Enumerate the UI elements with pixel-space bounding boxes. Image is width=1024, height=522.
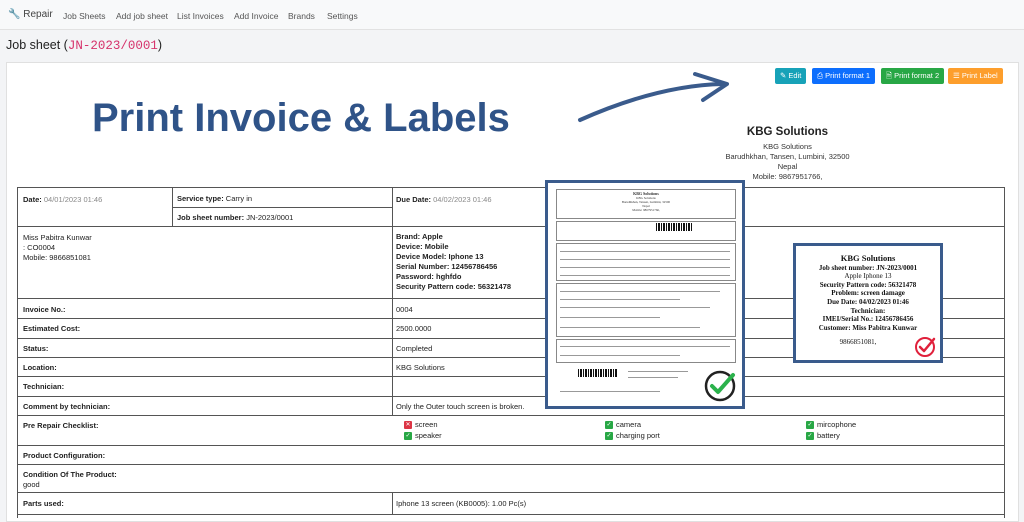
label-due-date: Due Date: 04/02/2023 01:46 (827, 297, 909, 306)
customer-mobile: Mobile: 9866851081 (23, 253, 91, 262)
product-config-label: Product Configuration: (23, 451, 106, 460)
company-country: Nepal (777, 162, 798, 171)
print-label-button[interactable]: ☰ Print Label (948, 68, 1003, 84)
invoice-preview-image: KBG Solutions KBG Solutions Barudhkhan, … (545, 180, 745, 409)
company-info: KBG Solutions KBG Solutions Barudhkhan, … (705, 126, 870, 182)
wrench-icon: 🔧 (8, 9, 21, 20)
estimated-cost-value: 2500.0000 (396, 324, 432, 333)
service-type-value: Carry in (225, 194, 253, 203)
checklist-label: Pre Repair Checklist: (23, 421, 99, 430)
job-number-label: Job sheet number: (177, 213, 245, 222)
customer-code: : CO0004 (23, 243, 56, 252)
print-format-2-button[interactable]: 🗎 Print format 2 (881, 68, 945, 84)
nav-item-brands[interactable]: Brands (288, 11, 315, 21)
invoice-no-value: 0004 (396, 305, 413, 314)
nav-item-settings[interactable]: Settings (327, 11, 358, 21)
date-label: Date: (23, 195, 42, 204)
invoice-no-label: Invoice No.: (23, 305, 66, 314)
checklist-item-speaker: ✓ speaker (404, 431, 442, 441)
security-pattern: Security Pattern code: 56321478 (396, 282, 512, 291)
device-type: Device: Mobile (396, 242, 449, 251)
location-value: KBG Solutions (396, 363, 445, 372)
due-date-value: 04/02/2023 01:46 (433, 195, 492, 204)
checkmark-icon (704, 370, 736, 402)
page-title: Job sheet (JN-2023/0001) (6, 38, 163, 53)
x-icon: ✕ (404, 421, 412, 430)
company-address: Barudhkhan, Tansen, Lumbini, 32500 (725, 152, 850, 161)
check-icon: ✓ (806, 421, 814, 430)
check-icon: ✓ (806, 432, 814, 441)
date-value: 04/01/2023 01:46 (43, 195, 103, 204)
location-label: Location: (23, 363, 57, 372)
file-icon: 🗎 (886, 71, 893, 80)
arrow-icon (578, 72, 729, 122)
status-label: Status: (23, 344, 49, 353)
company-name: KBG Solutions (746, 126, 829, 138)
customer-name: Miss Pabitra Kunwar (23, 233, 92, 242)
edit-icon: ✎ (780, 71, 787, 80)
brand-label: Repair (23, 9, 53, 20)
list-icon: ☰ (953, 71, 960, 80)
condition-cell: Condition Of The Product: good (23, 470, 117, 490)
top-navbar: 🔧 Repair Job Sheets Add job sheet List I… (0, 0, 1024, 30)
checklist-item-screen: ✕ screen (404, 420, 438, 430)
edit-button[interactable]: ✎ Edit (775, 68, 807, 84)
condition-value: good (23, 480, 40, 489)
condition-label: Condition Of The Product: (23, 470, 117, 479)
checklist-item-battery: ✓ battery (806, 431, 840, 441)
check-icon: ✓ (404, 432, 412, 441)
checklist-item-camera: ✓ camera (605, 420, 642, 430)
check-icon: ✓ (605, 421, 613, 430)
label-preview-card: KBG Solutions Job sheet number: JN-2023/… (793, 243, 943, 363)
device-model: Device Model: Iphone 13 (396, 252, 484, 261)
device-brand: Brand: Apple (396, 232, 443, 241)
parts-used-value: Iphone 13 screen (KB0005): 1.00 Pc(s) (396, 499, 527, 508)
nav-item-add-job-sheet[interactable]: Add job sheet (116, 11, 168, 21)
label-job-number: Job sheet number: JN-2023/0001 (818, 263, 918, 272)
print-format-1-button[interactable]: ⎙ Print format 1 (812, 68, 876, 84)
label-phone: 9866851081, (839, 338, 877, 347)
label-device: Apple Iphone 13 (844, 272, 892, 281)
device-info: Brand: Apple Device: Mobile Device Model… (396, 232, 511, 292)
checklist-item-microphone: ✓ mircophone (806, 420, 857, 430)
promo-heading: Print Invoice & Labels (92, 96, 510, 140)
checklist-item-charging-port: ✓ charging port (605, 431, 660, 441)
job-sheet-code: JN-2023/0001 (67, 39, 158, 53)
printer-icon: ⎙ (817, 71, 823, 80)
serial-number: Serial Number: 12456786456 (396, 262, 498, 271)
label-company-name: KBG Solutions (840, 253, 896, 263)
due-date-label: Due Date: (396, 195, 432, 204)
service-type-label: Service type: (177, 194, 224, 203)
brand-link[interactable]: 🔧 Repair (8, 9, 53, 20)
nav-item-job-sheets[interactable]: Job Sheets (63, 11, 106, 21)
comment-value: Only the Outer touch screen is broken. (396, 402, 525, 411)
customer-info: Miss Pabitra Kunwar : CO0004 Mobile: 986… (23, 233, 92, 263)
status-value: Completed (396, 344, 433, 353)
nav-item-list-invoices[interactable]: List Invoices (177, 11, 224, 21)
job-number-value: JN-2023/0001 (246, 213, 294, 222)
check-icon: ✓ (605, 432, 613, 441)
device-password: Password: hghfdo (396, 272, 462, 281)
label-serial: IMEI/Serial No.: 12456786456 (822, 315, 914, 324)
label-technician: Technician: (850, 306, 886, 315)
label-security-code: Security Pattern code: 56321478 (819, 280, 917, 289)
parts-used-label: Parts used: (23, 499, 64, 508)
comment-label: Comment by technician: (23, 402, 111, 411)
nav-item-add-invoice[interactable]: Add Invoice (234, 11, 278, 21)
company-line: KBG Solutions (763, 142, 812, 151)
checkmark-icon (915, 337, 936, 357)
technician-label: Technician: (23, 382, 65, 391)
label-customer: Customer: Miss Pabitra Kunwar (818, 323, 918, 332)
label-problem: Problem: screen damage (831, 289, 905, 298)
estimated-cost-label: Estimated Cost: (23, 324, 81, 333)
